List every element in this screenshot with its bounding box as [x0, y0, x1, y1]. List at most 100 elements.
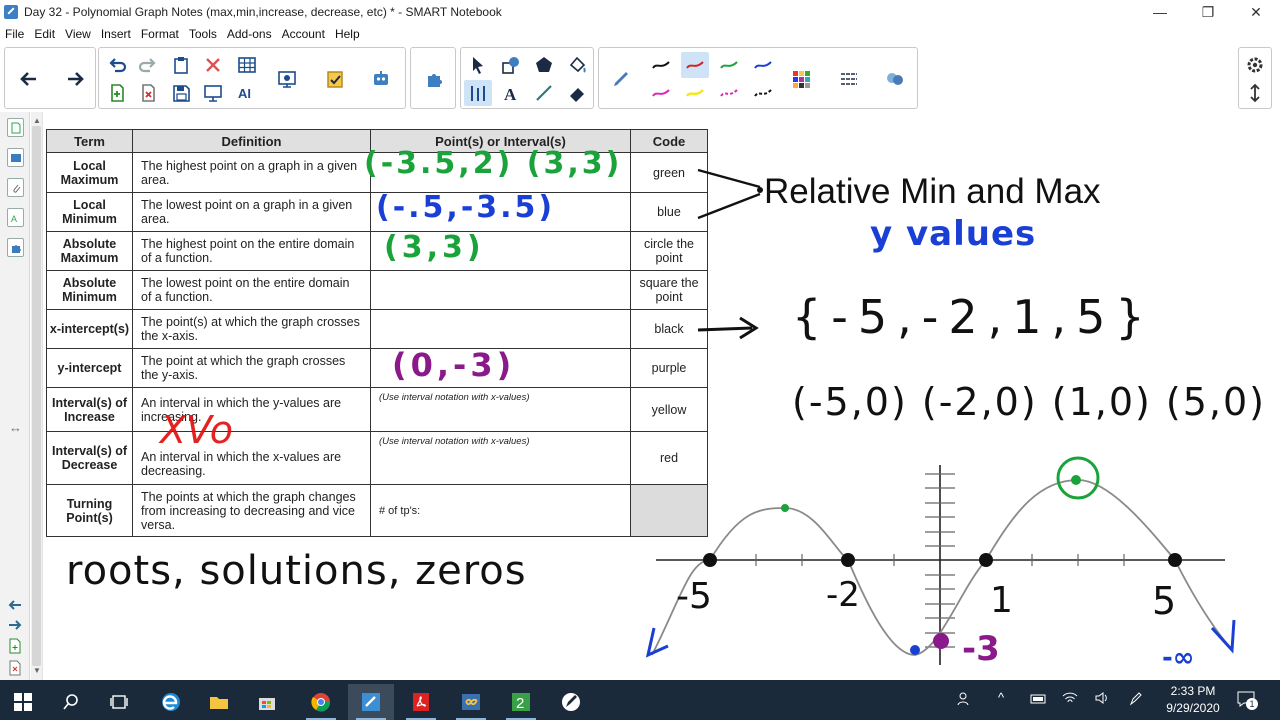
x-intercept-5 [1168, 553, 1182, 567]
acrobat-taskbar[interactable] [398, 684, 444, 720]
pen-tool-button[interactable] [607, 66, 635, 92]
polygon-tool-button[interactable] [530, 52, 558, 78]
sidebar-add-page[interactable] [8, 638, 22, 659]
response-button[interactable] [321, 66, 349, 92]
scroll-down-icon[interactable]: ▼ [33, 666, 41, 675]
system-clock[interactable]: 2:33 PM 9/29/2020 [1158, 683, 1228, 717]
minimize-button[interactable]: — [1136, 0, 1184, 24]
menu-insert[interactable]: Insert [96, 27, 136, 41]
gallery-tab[interactable] [7, 148, 24, 167]
resize-arrows-icon[interactable]: ↔ [9, 420, 22, 435]
chrome-taskbar[interactable] [298, 684, 344, 720]
text-tool-button[interactable]: A [497, 80, 525, 106]
menu-addons[interactable]: Add-ons [222, 27, 277, 41]
pen-yellow[interactable] [681, 80, 709, 106]
addons-button[interactable] [420, 66, 448, 92]
camera-icon [278, 71, 296, 88]
show-hidden-icons-chevron-icon[interactable]: ^ [998, 690, 1004, 705]
menu-view[interactable]: View [60, 27, 96, 41]
points-cell [370, 309, 631, 349]
pen-magenta[interactable] [647, 80, 675, 106]
delete-x-icon [206, 58, 220, 72]
menu-tools[interactable]: Tools [184, 27, 222, 41]
pen-red[interactable] [681, 52, 709, 78]
previous-page-button[interactable] [15, 66, 43, 92]
document-camera-button[interactable] [273, 66, 301, 92]
store-taskbar[interactable] [244, 684, 290, 720]
action-center-button[interactable]: 1 [1236, 690, 1258, 713]
infinity-icon [462, 694, 480, 710]
paste-button[interactable] [167, 52, 195, 78]
new-page-button[interactable] [103, 80, 131, 106]
pen-black-dashed[interactable] [749, 80, 777, 106]
menu-format[interactable]: Format [136, 27, 184, 41]
menu-help[interactable]: Help [330, 27, 365, 41]
pen-settings-icon[interactable] [1128, 691, 1144, 712]
smart-notebook-taskbar[interactable] [348, 684, 394, 720]
task-view-button[interactable] [96, 684, 142, 720]
screen-shade-button[interactable] [199, 80, 227, 106]
shapes-tool-button[interactable] [497, 52, 525, 78]
polynomial-curve [651, 479, 1233, 656]
menu-edit[interactable]: Edit [29, 27, 60, 41]
menu-file[interactable]: File [0, 27, 29, 41]
paperclip-icon [12, 184, 20, 193]
menu-account[interactable]: Account [277, 27, 330, 41]
attachments-tab[interactable] [7, 178, 24, 197]
text-recognition-button[interactable]: AI [233, 80, 261, 106]
move-toolbar-button[interactable] [1241, 80, 1269, 106]
maximize-button[interactable]: ❐ [1184, 0, 1232, 24]
close-button[interactable]: ✕ [1232, 0, 1280, 24]
term-cell: x-intercept(s) [46, 309, 133, 349]
pen-magenta-dashed[interactable] [715, 80, 743, 106]
properties-button[interactable] [881, 66, 909, 92]
undo-button[interactable] [103, 52, 131, 78]
line-style-button[interactable] [835, 66, 863, 92]
collaboration-taskbar[interactable] [448, 684, 494, 720]
points-cell [370, 270, 631, 310]
volume-icon[interactable] [1094, 691, 1110, 710]
pen-app-taskbar[interactable] [548, 684, 594, 720]
delete-page-button[interactable] [134, 80, 162, 106]
start-button[interactable] [0, 684, 46, 720]
wifi-icon[interactable] [1062, 691, 1078, 710]
sidebar-forward-arrow[interactable] [7, 618, 23, 636]
color-palette-button[interactable] [787, 66, 815, 92]
people-icon[interactable] [956, 691, 972, 712]
chrome-icon [311, 693, 331, 712]
pen-black[interactable] [647, 52, 675, 78]
term-cell: Interval(s) of Increase [46, 387, 133, 432]
sidebar-back-arrow[interactable] [7, 598, 23, 616]
sidebar-delete-page[interactable] [8, 660, 22, 681]
next-page-button[interactable] [61, 66, 89, 92]
properties-tab[interactable]: A [7, 208, 24, 227]
settings-button[interactable] [1241, 52, 1269, 78]
app-two-taskbar[interactable]: 2 [498, 684, 544, 720]
line-tool-button[interactable] [530, 80, 558, 106]
handwritten-roots-set: {-5,-2,1,5} [792, 290, 1155, 344]
eraser-tool-button[interactable] [563, 80, 591, 106]
save-button[interactable] [167, 80, 195, 106]
lab-activity-button[interactable] [367, 66, 395, 92]
vertical-scrollbar[interactable]: ▲ ▼ [31, 112, 43, 680]
fill-tool-button[interactable] [563, 52, 591, 78]
battery-icon[interactable] [1030, 692, 1048, 710]
addons-tab[interactable] [7, 238, 24, 257]
scrollbar-thumb[interactable] [32, 126, 41, 666]
search-button[interactable] [48, 684, 94, 720]
pen-green[interactable] [715, 52, 743, 78]
insert-table-button[interactable] [233, 52, 261, 78]
svg-text:A: A [504, 85, 517, 104]
select-tool-button[interactable] [464, 52, 492, 78]
label-neg3: -3 [962, 629, 1000, 669]
measurement-tool-button[interactable] [464, 80, 492, 106]
pen-blue[interactable] [749, 52, 777, 78]
page-sorter-tab[interactable] [7, 118, 24, 137]
end-arrow-right [1210, 619, 1236, 654]
text-a-icon: A [504, 85, 517, 104]
scroll-up-icon[interactable]: ▲ [33, 116, 41, 125]
redo-button[interactable] [134, 52, 162, 78]
edge-browser-taskbar[interactable] [148, 684, 194, 720]
file-explorer-taskbar[interactable] [196, 684, 242, 720]
delete-button[interactable] [199, 52, 227, 78]
